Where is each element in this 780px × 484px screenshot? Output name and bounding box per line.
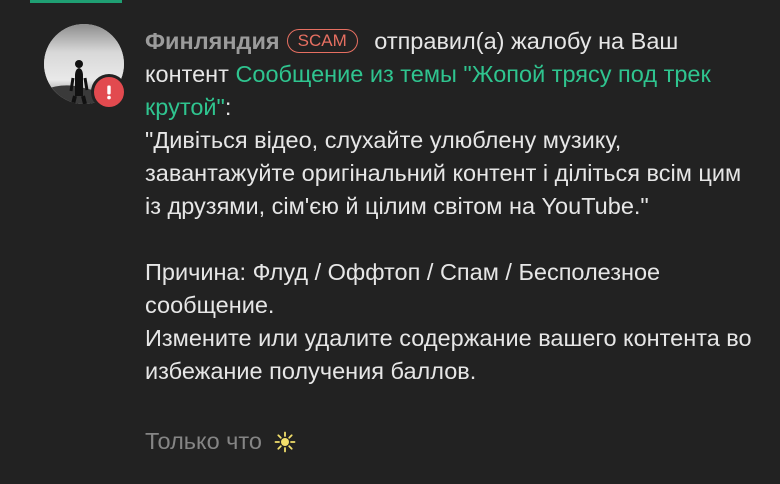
timestamp-row: Только что bbox=[145, 425, 296, 458]
after-link-text: : bbox=[224, 94, 232, 120]
alert-badge bbox=[91, 74, 127, 110]
scam-badge: SCAM bbox=[286, 29, 358, 53]
report-reason: Причина: Флуд / Оффтоп / Спам / Бесполез… bbox=[145, 259, 661, 318]
avatar-container[interactable] bbox=[44, 24, 127, 110]
report-advice: Измените или удалите содержание вашего к… bbox=[145, 325, 752, 384]
quoted-content: "Дивіться відео, слухайте улюблену музик… bbox=[145, 127, 742, 219]
exclamation-icon bbox=[107, 85, 111, 100]
top-accent-bar bbox=[30, 0, 122, 3]
sparkle-icon bbox=[274, 431, 296, 453]
username[interactable]: Финляндия bbox=[145, 28, 280, 54]
notification-body[interactable]: Финляндия SCAM отправил(а) жалобу на Ваш … bbox=[145, 25, 755, 388]
timestamp: Только что bbox=[145, 428, 262, 454]
